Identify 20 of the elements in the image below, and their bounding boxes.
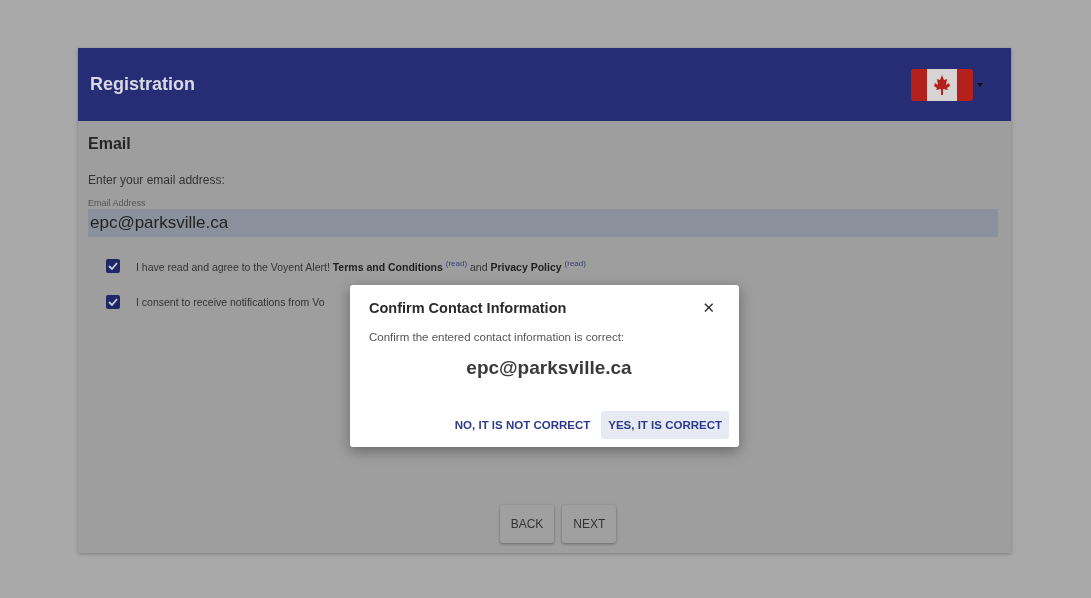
checkbox[interactable] (106, 295, 120, 309)
checkbox[interactable] (106, 259, 120, 273)
dialog-action-button[interactable]: YES, IT IS CORRECT (601, 411, 729, 439)
email-field[interactable]: epc@parksville.ca (88, 209, 998, 237)
dialog-action-button[interactable]: NO, IT IS NOT CORRECT (447, 411, 598, 439)
language-selector[interactable] (911, 68, 983, 101)
nav-button[interactable]: NEXT (562, 505, 617, 543)
dialog-message: Confirm the entered contact information is correct: (369, 331, 626, 343)
dialog-title: Confirm Contact Information (369, 300, 567, 316)
header-title: Registration (90, 74, 195, 95)
canada-flag-icon (911, 68, 973, 101)
prompt-text: Enter your email address: (88, 173, 226, 187)
close-button[interactable]: ✕ (702, 299, 715, 317)
field-label: Email Address (88, 198, 147, 208)
contact-email: epc@parksville.ca (465, 357, 633, 379)
caret-icon (977, 82, 983, 87)
agreement-text: I have read and agree to the Voyent Alert! Terms and Conditions $^{(read)}$ and Privacy Policy $^{(read)}$ (136, 259, 586, 273)
nav-button[interactable]: BACK (499, 505, 555, 543)
section-title: Email (88, 135, 132, 153)
agreement-text: I consent to receive notifications from Vo (136, 296, 325, 308)
